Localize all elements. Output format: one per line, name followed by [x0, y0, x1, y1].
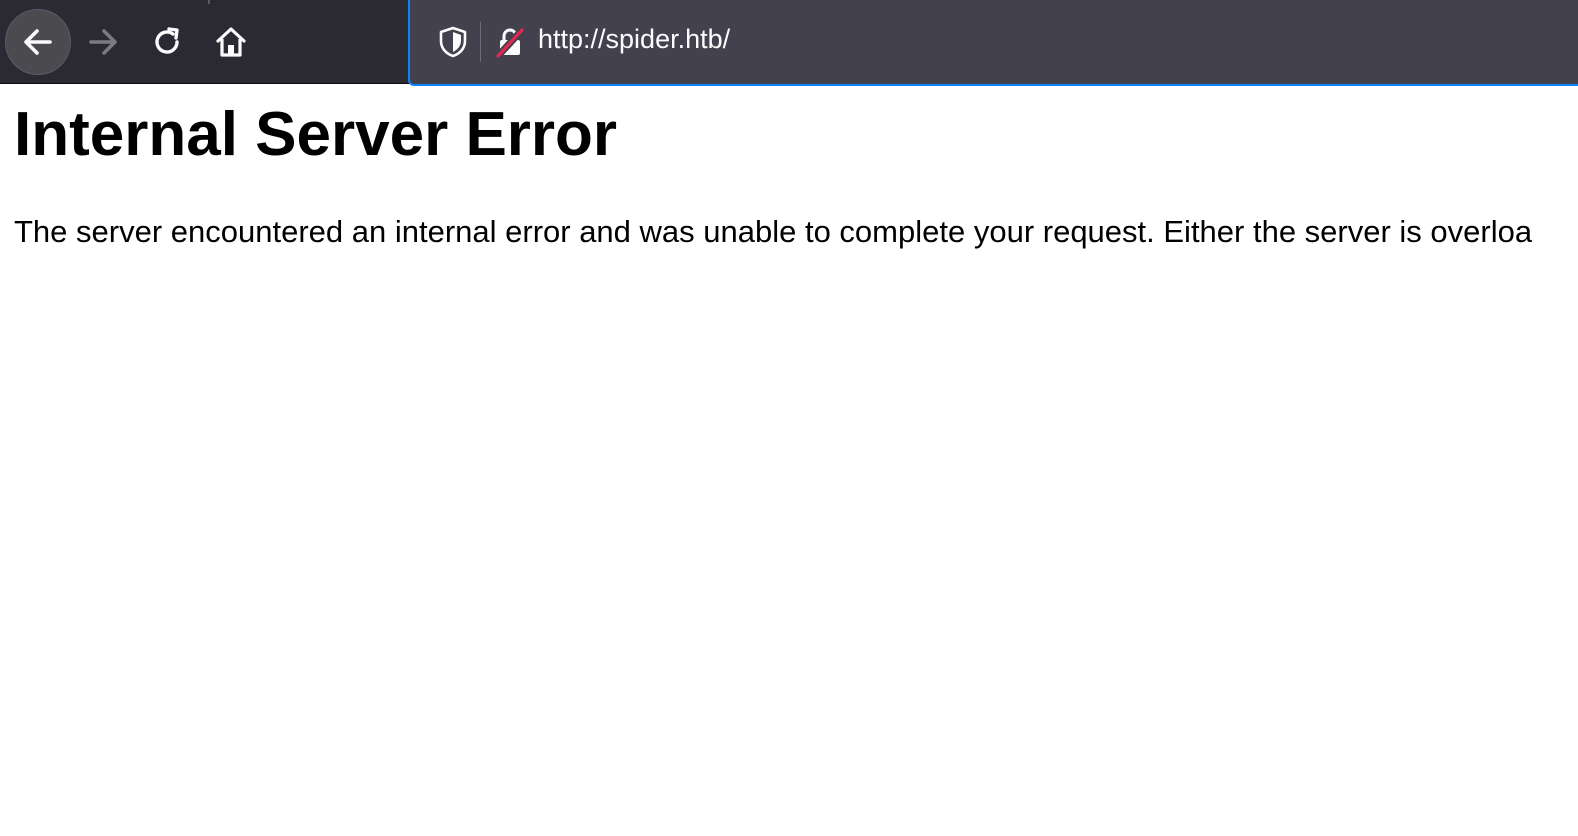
shield-icon[interactable]	[438, 26, 468, 58]
forward-button[interactable]	[78, 17, 128, 67]
url-text[interactable]: http://spider.htb/	[538, 24, 730, 55]
page-content: Internal Server Error The server encount…	[14, 84, 1578, 250]
home-button[interactable]	[206, 17, 256, 67]
url-bar[interactable]: http://spider.htb/	[408, 0, 1578, 86]
reload-button[interactable]	[142, 17, 192, 67]
url-divider	[480, 22, 481, 62]
reload-icon	[155, 27, 179, 54]
error-heading: Internal Server Error	[14, 100, 618, 169]
error-message: The server encountered an internal error…	[14, 214, 1533, 249]
browser-toolbar: http://spider.htb/	[0, 0, 1578, 86]
home-icon	[216, 27, 246, 57]
arrow-left-icon	[24, 29, 52, 55]
tab-separator	[208, 0, 210, 4]
arrow-right-icon	[89, 29, 117, 55]
insecure-lock-icon[interactable]	[494, 26, 526, 58]
back-button[interactable]	[5, 9, 71, 75]
